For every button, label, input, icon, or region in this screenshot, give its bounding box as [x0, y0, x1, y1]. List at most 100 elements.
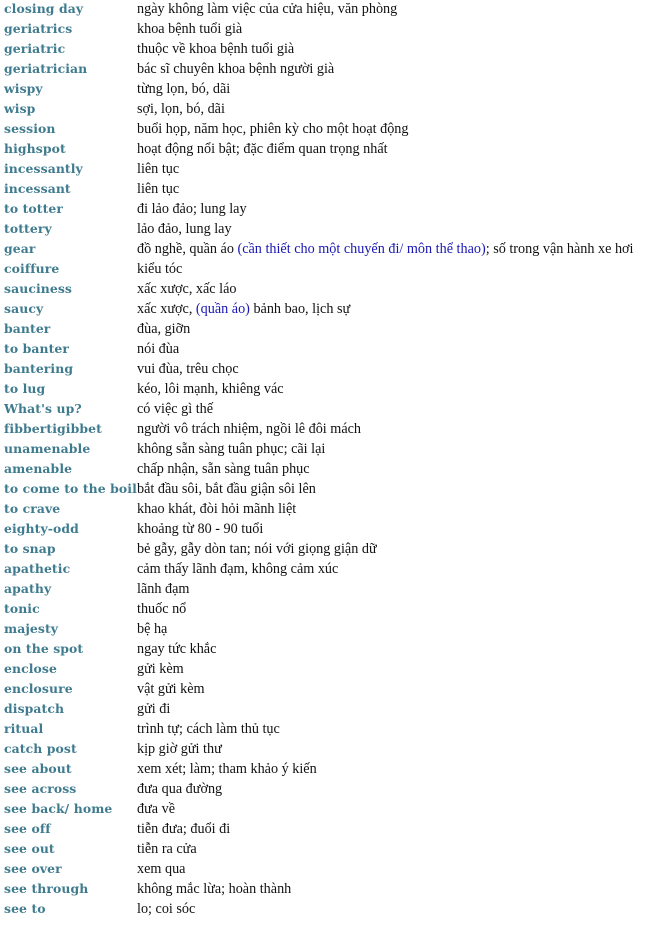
meaning-text: khoảng từ 80 - 90 tuổi — [137, 521, 264, 537]
vocab-entry: dispatch gửi đi — [4, 700, 651, 720]
meaning-text: bảnh bao, lịch sự — [249, 301, 351, 317]
english-term: see out — [4, 841, 55, 856]
vietnamese-meaning: liên tục — [137, 181, 179, 198]
vietnamese-meaning: đưa qua đường — [137, 781, 222, 798]
english-term: catch post — [4, 741, 77, 756]
meaning-text: đùa, giỡn — [137, 321, 191, 337]
english-term: to come to the boil — [4, 481, 137, 496]
english-term: gear — [4, 241, 36, 256]
vocab-entry: geriatric thuộc về khoa bệnh tuổi già — [4, 40, 651, 60]
vietnamese-meaning: tiễn ra cửa — [137, 841, 197, 858]
vietnamese-meaning: kiểu tóc — [137, 261, 182, 278]
english-term: What's up? — [4, 401, 82, 416]
english-term: wisp — [4, 101, 36, 116]
english-term: highspot — [4, 141, 66, 156]
vietnamese-meaning: xấc xược, (quần áo) bảnh bao, lịch sự — [137, 301, 350, 318]
meaning-text: khao khát, đòi hỏi mãnh liệt — [137, 501, 297, 517]
vietnamese-meaning: bác sĩ chuyên khoa bệnh người già — [137, 61, 334, 78]
meaning-text: lãnh đạm — [137, 581, 190, 597]
english-term: geriatrician — [4, 61, 88, 76]
vietnamese-meaning: khao khát, đòi hỏi mãnh liệt — [137, 501, 296, 518]
vocabulary-list: closing day ngày không làm việc của cửa … — [4, 0, 651, 920]
vocab-entry: majesty bệ hạ — [4, 620, 651, 640]
english-term: enclose — [4, 661, 57, 676]
meaning-text: xấc xược, — [137, 301, 196, 317]
english-term: amenable — [4, 461, 73, 476]
vocab-entry: wispy từng lọn, bó, dãi — [4, 80, 651, 100]
vocab-entry: banter đùa, giỡn — [4, 320, 651, 340]
meaning-text: người vô trách nhiệm, ngồi lê đôi mách — [137, 421, 362, 437]
meaning-text: từng lọn, bó, dãi — [137, 81, 231, 97]
meaning-text: hoạt động nổi bật; đặc điểm quan trọng n… — [137, 141, 388, 157]
english-term: banter — [4, 321, 51, 336]
vietnamese-meaning: đi lảo đảo; lung lay — [137, 201, 247, 218]
vietnamese-meaning: lảo đảo, lung lay — [137, 221, 232, 238]
meaning-text: có việc gì thế — [137, 401, 214, 417]
vocab-entry: tottery lảo đảo, lung lay — [4, 220, 651, 240]
meaning-text: gửi kèm — [137, 661, 184, 677]
english-term: see back/ home — [4, 801, 113, 816]
meaning-text: đi lảo đảo; lung lay — [137, 201, 247, 217]
vocab-entry: incessantly liên tục — [4, 160, 651, 180]
vocab-entry: to come to the boil bắt đầu sôi, bắt đầu… — [4, 480, 651, 500]
english-term: unamenable — [4, 441, 91, 456]
vietnamese-meaning: vui đùa, trêu chọc — [137, 361, 239, 378]
english-term: see about — [4, 761, 72, 776]
english-term: bantering — [4, 361, 74, 376]
meaning-text: kéo, lôi mạnh, khiêng vác — [137, 381, 284, 397]
english-term: apathetic — [4, 561, 71, 576]
vocab-entry: see out tiễn ra cửa — [4, 840, 651, 860]
vocab-entry: amenable chấp nhận, sẵn sàng tuân phục — [4, 460, 651, 480]
english-term: see across — [4, 781, 77, 796]
english-term: closing day — [4, 1, 84, 16]
vietnamese-meaning: liên tục — [137, 161, 179, 178]
vocab-entry: to crave khao khát, đòi hỏi mãnh liệt — [4, 500, 651, 520]
vietnamese-meaning: không sẵn sàng tuân phục; cãi lại — [137, 441, 325, 458]
vocab-entry: to snap bẻ gẫy, gẫy dòn tan; nói với giọ… — [4, 540, 651, 560]
meaning-text: liên tục — [137, 181, 180, 197]
meaning-note: (quần áo) — [195, 301, 250, 317]
english-term: incessant — [4, 181, 71, 196]
meaning-text: bắt đầu sôi, bắt đầu giận sôi lên — [137, 481, 316, 497]
english-term: sauciness — [4, 281, 73, 296]
vietnamese-meaning: đưa về — [137, 801, 175, 818]
english-term: dispatch — [4, 701, 65, 716]
vocab-entry: to totter đi lảo đảo; lung lay — [4, 200, 651, 220]
vocab-entry: geriatrician bác sĩ chuyên khoa bệnh ngư… — [4, 60, 651, 80]
meaning-text: đưa về — [137, 801, 176, 817]
vocab-entry: saucy xấc xược, (quần áo) bảnh bao, lịch… — [4, 300, 651, 320]
vocab-entry: to lug kéo, lôi mạnh, khiêng vác — [4, 380, 651, 400]
vocab-entry: see off tiễn đưa; đuổi đi — [4, 820, 651, 840]
meaning-text: cảm thấy lãnh đạm, không cảm xúc — [137, 561, 339, 577]
vocab-entry: see back/ home đưa về — [4, 800, 651, 820]
vocab-entry: incessant liên tục — [4, 180, 651, 200]
meaning-note: (cần thiết cho một chuyến đi/ môn thể th… — [237, 241, 486, 257]
meaning-text: ngay tức khắc — [137, 641, 217, 657]
english-term: see to — [4, 901, 46, 916]
english-term: incessantly — [4, 161, 83, 176]
english-term: to lug — [4, 381, 46, 396]
english-term: coiffure — [4, 261, 60, 276]
meaning-text: lảo đảo, lung lay — [137, 221, 232, 237]
vocab-entry: unamenable không sẵn sàng tuân phục; cãi… — [4, 440, 651, 460]
english-term: geriatric — [4, 41, 66, 56]
meaning-text: bẻ gẫy, gẫy dòn tan; nói với giọng giận … — [137, 541, 377, 557]
vietnamese-meaning: sợi, lọn, bó, dãi — [137, 101, 225, 118]
meaning-text: tiễn ra cửa — [137, 841, 197, 857]
meaning-text: không mắc lừa; hoàn thành — [137, 881, 292, 897]
vietnamese-meaning: thuốc nổ — [137, 601, 186, 618]
vietnamese-meaning: hoạt động nổi bật; đặc điểm quan trọng n… — [137, 141, 388, 158]
english-term: apathy — [4, 581, 52, 596]
vietnamese-meaning: đồ nghề, quần áo (cần thiết cho một chuy… — [137, 241, 633, 258]
vietnamese-meaning: tiễn đưa; đuổi đi — [137, 821, 230, 838]
meaning-text: gửi đi — [137, 701, 171, 717]
english-term: tottery — [4, 221, 52, 236]
vietnamese-meaning: người vô trách nhiệm, ngồi lê đôi mách — [137, 421, 361, 438]
vocab-entry: catch post kịp giờ gửi thư — [4, 740, 651, 760]
meaning-text: tiễn đưa; đuổi đi — [137, 821, 231, 837]
meaning-text: lo; coi sóc — [137, 901, 196, 917]
vocab-entry: see across đưa qua đường — [4, 780, 651, 800]
meaning-text: xem qua — [137, 861, 186, 877]
vocab-entry: see over xem qua — [4, 860, 651, 880]
vocab-entry: on the spot ngay tức khắc — [4, 640, 651, 660]
